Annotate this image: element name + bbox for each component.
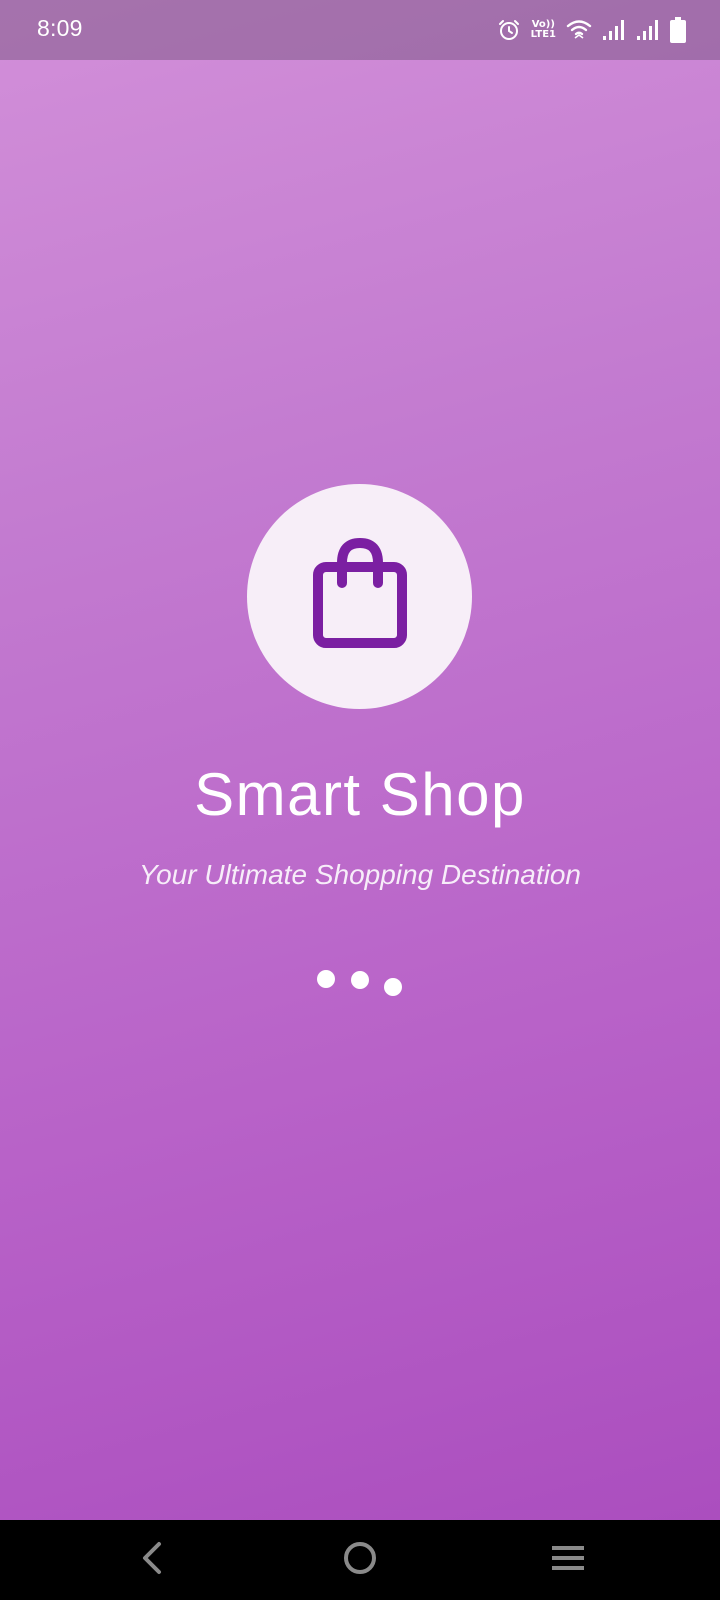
recents-button[interactable] <box>508 1520 628 1600</box>
status-bar: 8:09 Vo)) LTE1 <box>0 0 720 60</box>
home-icon <box>342 1540 378 1581</box>
back-icon <box>139 1540 167 1581</box>
lte-label: LTE1 <box>530 29 556 40</box>
home-button[interactable] <box>300 1520 420 1600</box>
status-time: 8:09 <box>37 15 83 41</box>
shopping-bag-icon <box>312 537 408 656</box>
app-tagline: Your Ultimate Shopping Destination <box>138 859 582 890</box>
loading-dot <box>384 978 402 996</box>
loading-dot <box>317 970 335 988</box>
navigation-bar <box>0 1520 720 1600</box>
signal-sim1-icon <box>602 19 626 41</box>
wifi-icon <box>566 19 592 41</box>
alarm-icon <box>497 18 521 42</box>
status-icons: Vo)) LTE1 <box>497 14 686 46</box>
recents-icon <box>550 1543 586 1578</box>
volte-lte1-icon: Vo)) LTE1 <box>531 20 556 40</box>
loading-dot <box>351 971 369 989</box>
app-logo <box>247 484 472 709</box>
back-button[interactable] <box>93 1520 213 1600</box>
battery-icon <box>670 17 686 43</box>
app-title: Smart Shop <box>194 761 526 828</box>
signal-sim2-icon <box>636 19 660 41</box>
